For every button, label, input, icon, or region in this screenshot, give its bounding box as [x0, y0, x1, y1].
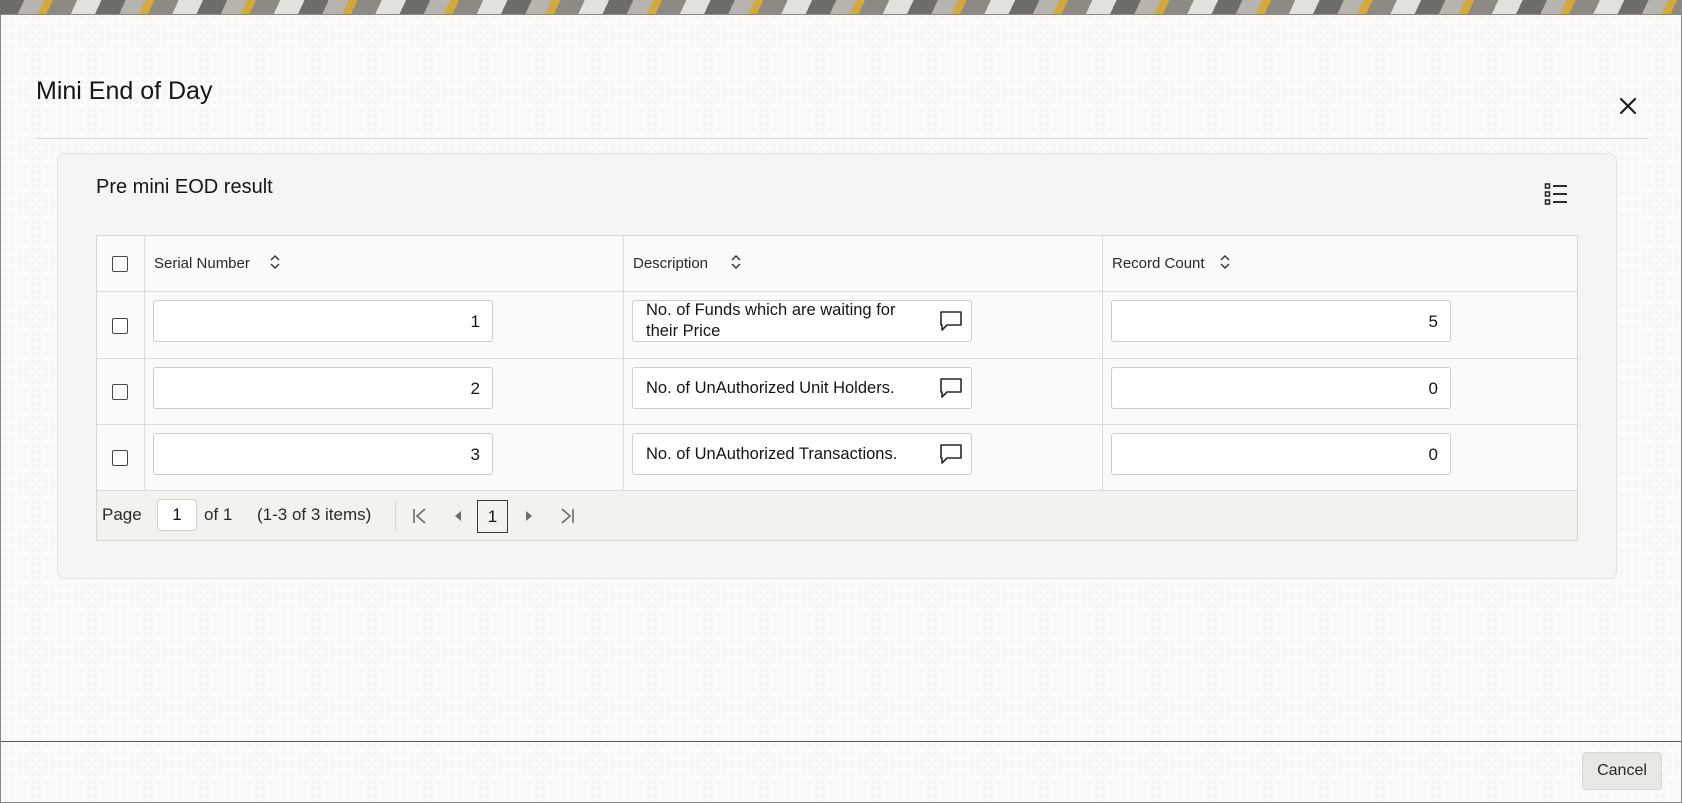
table-header-row: Serial Number Description Record Count — [97, 236, 1577, 292]
select-all-checkbox[interactable] — [112, 256, 128, 272]
panel-title: Pre mini EOD result — [96, 176, 273, 198]
record-count-field[interactable]: 0 — [1111, 367, 1451, 409]
mini-eod-dialog: Mini End of Day Pre mini EOD result Seri… — [0, 14, 1682, 803]
previous-page-icon[interactable] — [449, 507, 467, 525]
next-page-icon[interactable] — [520, 507, 538, 525]
record-count-value: 0 — [1428, 379, 1438, 398]
serial-number-field[interactable]: 2 — [153, 367, 493, 409]
last-page-icon[interactable] — [558, 507, 576, 525]
record-count-field[interactable]: 5 — [1111, 300, 1451, 342]
dialog-title: Mini End of Day — [36, 77, 213, 105]
row-select-cell — [97, 292, 145, 358]
description-field[interactable]: No. of UnAuthorized Transactions. — [632, 433, 972, 475]
first-page-icon[interactable] — [411, 507, 429, 525]
row-select-cell — [97, 425, 145, 490]
footer-divider — [1, 741, 1681, 742]
sort-icon[interactable] — [730, 254, 742, 270]
serial-number-value: 2 — [470, 379, 480, 398]
page-number-input[interactable]: 1 — [157, 499, 197, 531]
sort-icon[interactable] — [1219, 254, 1231, 270]
close-button[interactable] — [1613, 91, 1643, 121]
serial-number-field[interactable]: 3 — [153, 433, 493, 475]
comment-icon[interactable] — [939, 310, 963, 332]
list-view-icon — [1544, 183, 1567, 205]
column-header-serial-number[interactable]: Serial Number — [145, 236, 624, 291]
column-label: Description — [633, 255, 709, 272]
header-banner — [0, 0, 1682, 14]
close-icon — [1619, 97, 1637, 115]
table-row[interactable]: 3 No. of UnAuthorized Transactions. 0 — [97, 425, 1577, 491]
serial-number-value: 1 — [470, 312, 480, 331]
comment-icon[interactable] — [939, 377, 963, 399]
comment-icon[interactable] — [939, 443, 963, 465]
description-value: No. of UnAuthorized Unit Holders. — [646, 378, 895, 397]
pre-eod-result-panel: Pre mini EOD result Serial Number Descri… — [57, 153, 1617, 579]
serial-number-field[interactable]: 1 — [153, 300, 493, 342]
pagination-bar: Page 1 of 1 (1-3 of 3 items) 1 — [97, 491, 1577, 540]
page-of-label: of 1 — [204, 505, 233, 524]
row-checkbox[interactable] — [112, 318, 128, 334]
description-value: No. of UnAuthorized Transactions. — [646, 444, 898, 463]
row-checkbox[interactable] — [112, 384, 128, 400]
description-field[interactable]: No. of UnAuthorized Unit Holders. — [632, 367, 972, 409]
table-row[interactable]: 2 No. of UnAuthorized Unit Holders. 0 — [97, 359, 1577, 425]
cancel-button[interactable]: Cancel — [1582, 752, 1662, 790]
description-cell: No. of UnAuthorized Transactions. — [624, 425, 1103, 490]
current-page-button[interactable]: 1 — [477, 500, 508, 533]
record-count-cell: 0 — [1103, 359, 1577, 424]
title-divider — [36, 138, 1648, 139]
column-header-description[interactable]: Description — [624, 236, 1103, 291]
list-view-button[interactable] — [1544, 182, 1570, 208]
column-label: Record Count — [1112, 255, 1205, 272]
serial-number-cell: 1 — [145, 292, 624, 358]
record-count-value: 0 — [1428, 445, 1438, 464]
page-label: Page — [102, 505, 142, 524]
record-count-value: 5 — [1428, 312, 1438, 331]
column-header-record-count[interactable]: Record Count — [1103, 236, 1577, 291]
record-count-cell: 5 — [1103, 292, 1577, 358]
serial-number-value: 3 — [470, 445, 480, 464]
table-row[interactable]: 1 No. of Funds which are waiting for the… — [97, 292, 1577, 359]
description-field[interactable]: No. of Funds which are waiting for their… — [632, 300, 972, 342]
row-checkbox[interactable] — [112, 450, 128, 466]
record-count-cell: 0 — [1103, 425, 1577, 490]
items-count-label: (1-3 of 3 items) — [257, 505, 372, 524]
record-count-field[interactable]: 0 — [1111, 433, 1451, 475]
serial-number-cell: 2 — [145, 359, 624, 424]
description-cell: No. of UnAuthorized Unit Holders. — [624, 359, 1103, 424]
sort-icon[interactable] — [269, 254, 281, 270]
serial-number-cell: 3 — [145, 425, 624, 490]
row-select-cell — [97, 359, 145, 424]
description-cell: No. of Funds which are waiting for their… — [624, 292, 1103, 358]
results-table: Serial Number Description Record Count 1… — [96, 235, 1578, 541]
description-value: No. of Funds which are waiting for their… — [646, 301, 896, 340]
column-label: Serial Number — [154, 255, 250, 272]
pager-divider — [395, 501, 396, 531]
select-all-cell — [97, 236, 145, 291]
